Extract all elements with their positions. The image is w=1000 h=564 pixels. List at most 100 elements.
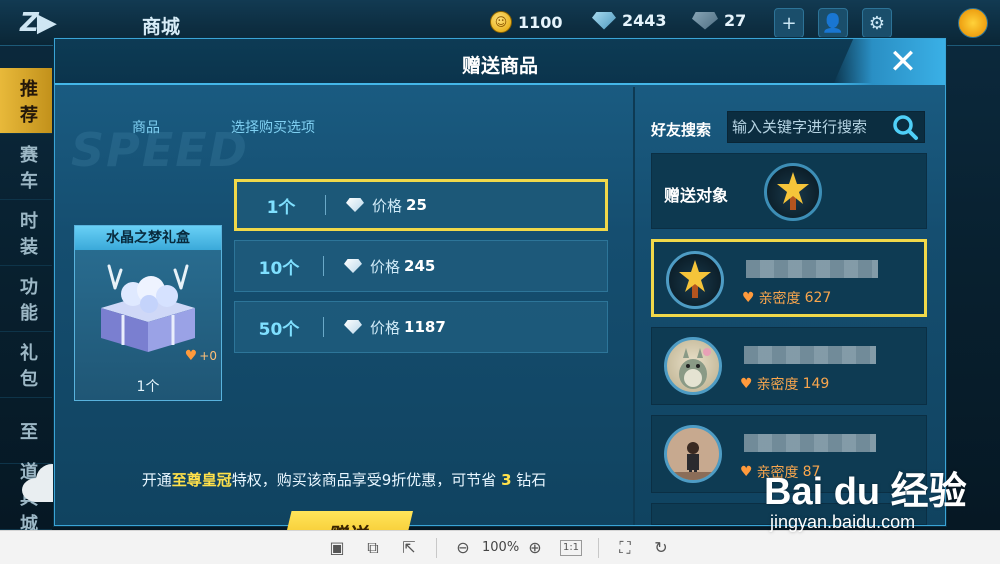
- add-currency-icon[interactable]: +: [774, 8, 804, 38]
- heart-icon: ♥: [740, 376, 753, 392]
- diamond-icon: [346, 198, 364, 212]
- option-price-label: 价格: [372, 196, 403, 215]
- image-viewer: Z▶ 商城 ☺ 1100 2443 27 + 👤 ⚙ 推荐 赛车 时装 功能 礼…: [0, 0, 1000, 564]
- column-header-options: 选择购买选项: [231, 120, 315, 136]
- friend-item[interactable]: ♥ 亲密度 627: [651, 239, 927, 317]
- avatar[interactable]: [958, 8, 988, 38]
- friend-search-box: [727, 111, 925, 143]
- column-header-item: 商品: [132, 120, 160, 136]
- diamond-icon: [344, 320, 362, 334]
- save-icon[interactable]: ▣: [326, 537, 348, 559]
- item-options-panel: SPEED 商品 选择购买选项 水晶之梦礼盒 ♥ +0 1个 1个 价格 25 …: [55, 87, 633, 555]
- friend-item[interactable]: ♥ 亲密度 149: [651, 327, 927, 405]
- zoom-level: 100%: [482, 540, 520, 555]
- shop-title: 商城: [142, 16, 181, 38]
- zoom-out-icon[interactable]: ⊖: [452, 537, 474, 559]
- affinity-value: 627: [804, 290, 832, 306]
- option-quantity: 50个: [258, 319, 300, 340]
- friend-affinity: ♥ 亲密度 149: [740, 374, 829, 394]
- promo-savings: 3: [501, 471, 512, 489]
- option-price: 245: [404, 257, 436, 275]
- vip-promo-text: 开通至尊皇冠特权，购买该商品享受9折优惠，可节省 3 钻石: [55, 469, 633, 490]
- option-price: 25: [406, 196, 427, 214]
- watermark-url: jingyan.baidu.com: [770, 512, 916, 532]
- menu-item-packs[interactable]: 礼包: [0, 332, 52, 398]
- affinity-value: 149: [802, 376, 830, 392]
- search-icon[interactable]: [890, 112, 920, 142]
- resize-icon[interactable]: ⧉: [362, 537, 384, 559]
- menu-item-vip[interactable]: 至: [0, 398, 52, 464]
- promo-vip-link[interactable]: 至尊皇冠: [172, 471, 232, 489]
- star-torch-icon: [777, 172, 809, 210]
- card-value: 27: [724, 11, 747, 30]
- close-area: ✕: [833, 39, 945, 85]
- avatar: [666, 251, 724, 309]
- crystal-gift-box-image: [101, 264, 195, 352]
- gift-item-dialog: 赠送商品 ✕ SPEED 商品 选择购买选项 水晶之梦礼盒 ♥ +0 1个 1个…: [54, 38, 946, 555]
- heart-icon: ♥: [740, 464, 753, 480]
- fit-screen-icon[interactable]: ⛶: [614, 537, 636, 559]
- gift-target-label: 赠送对象: [664, 186, 729, 205]
- shop-category-menu: 推荐 赛车 时装 功能 礼包 至 道具城: [0, 68, 52, 530]
- option-price-label: 价格: [370, 318, 401, 337]
- toolbar-divider: [436, 538, 437, 558]
- item-card: 水晶之梦礼盒 ♥ +0 1个: [74, 225, 222, 401]
- gift-target-box: 赠送对象: [651, 153, 927, 229]
- purchase-option-50[interactable]: 50个 价格 1187: [234, 301, 608, 353]
- affinity-label: 亲密度: [758, 291, 801, 307]
- dialog-title: 赠送商品: [461, 55, 538, 77]
- heart-bonus-value: +0: [199, 349, 217, 363]
- friend-name-blurred: [744, 434, 876, 452]
- friend-affinity: ♥ 亲密度 627: [742, 288, 831, 308]
- close-icon[interactable]: ✕: [887, 45, 919, 79]
- settings-gear-icon[interactable]: ⚙: [862, 8, 892, 38]
- zoom-in-icon[interactable]: ⊕: [524, 537, 546, 559]
- menu-item-recommend[interactable]: 推荐: [0, 68, 52, 134]
- photo-avatar-image: [667, 428, 719, 480]
- option-price-label: 价格: [370, 257, 401, 276]
- star-torch-icon: [679, 260, 711, 298]
- promo-middle: 特权，购买该商品享受9折优惠，可节省: [231, 471, 497, 489]
- baidu-jingyan-watermark: Bai du 经验 jingyan.baidu.com: [760, 460, 980, 544]
- option-quantity: 10个: [258, 258, 300, 279]
- option-divider: [323, 317, 324, 337]
- heart-bonus: ♥ +0: [185, 348, 217, 364]
- friend-name-blurred: [744, 346, 876, 364]
- option-price: 1187: [404, 318, 446, 336]
- rotate-icon[interactable]: ↻: [650, 537, 672, 559]
- heart-icon: ♥: [184, 348, 198, 364]
- option-quantity: 1个: [266, 197, 296, 218]
- actual-size-button[interactable]: 1:1: [560, 540, 582, 556]
- menu-item-cars[interactable]: 赛车: [0, 134, 52, 200]
- target-avatar: [764, 163, 822, 221]
- dialog-header: 赠送商品 ✕: [55, 39, 945, 85]
- diamond-icon: [344, 259, 362, 273]
- item-quantity: 1个: [136, 379, 160, 395]
- menu-item-functions[interactable]: 功能: [0, 266, 52, 332]
- voucher-icon: [692, 11, 718, 30]
- item-name: 水晶之梦礼盒: [75, 226, 221, 250]
- toolbar-divider: [598, 538, 599, 558]
- share-icon[interactable]: ⇱: [398, 537, 420, 559]
- coin-balance: ☺ 1100: [490, 11, 563, 33]
- avatar: [664, 425, 722, 483]
- avatar: [664, 337, 722, 395]
- gem-balance: 2443: [592, 11, 667, 30]
- friend-search-label: 好友搜索: [651, 121, 712, 139]
- menu-item-fashion[interactable]: 时装: [0, 200, 52, 266]
- friend-search-input[interactable]: [732, 113, 890, 141]
- friends-icon[interactable]: 👤: [818, 8, 848, 38]
- coin-icon: ☺: [490, 11, 512, 33]
- option-divider: [323, 256, 324, 276]
- heart-icon: ♥: [742, 290, 755, 306]
- gem-value: 2443: [622, 11, 667, 30]
- game-logo: Z▶: [20, 8, 57, 38]
- purchase-option-10[interactable]: 10个 价格 245: [234, 240, 608, 292]
- purchase-option-1[interactable]: 1个 价格 25: [234, 179, 608, 231]
- affinity-label: 亲密度: [756, 377, 799, 393]
- promo-suffix: 钻石: [516, 471, 547, 489]
- diamond-icon: [592, 11, 616, 30]
- friend-name-blurred: [746, 260, 878, 278]
- totoro-avatar-image: [679, 348, 711, 389]
- watermark-brand: Bai du 经验: [764, 471, 967, 513]
